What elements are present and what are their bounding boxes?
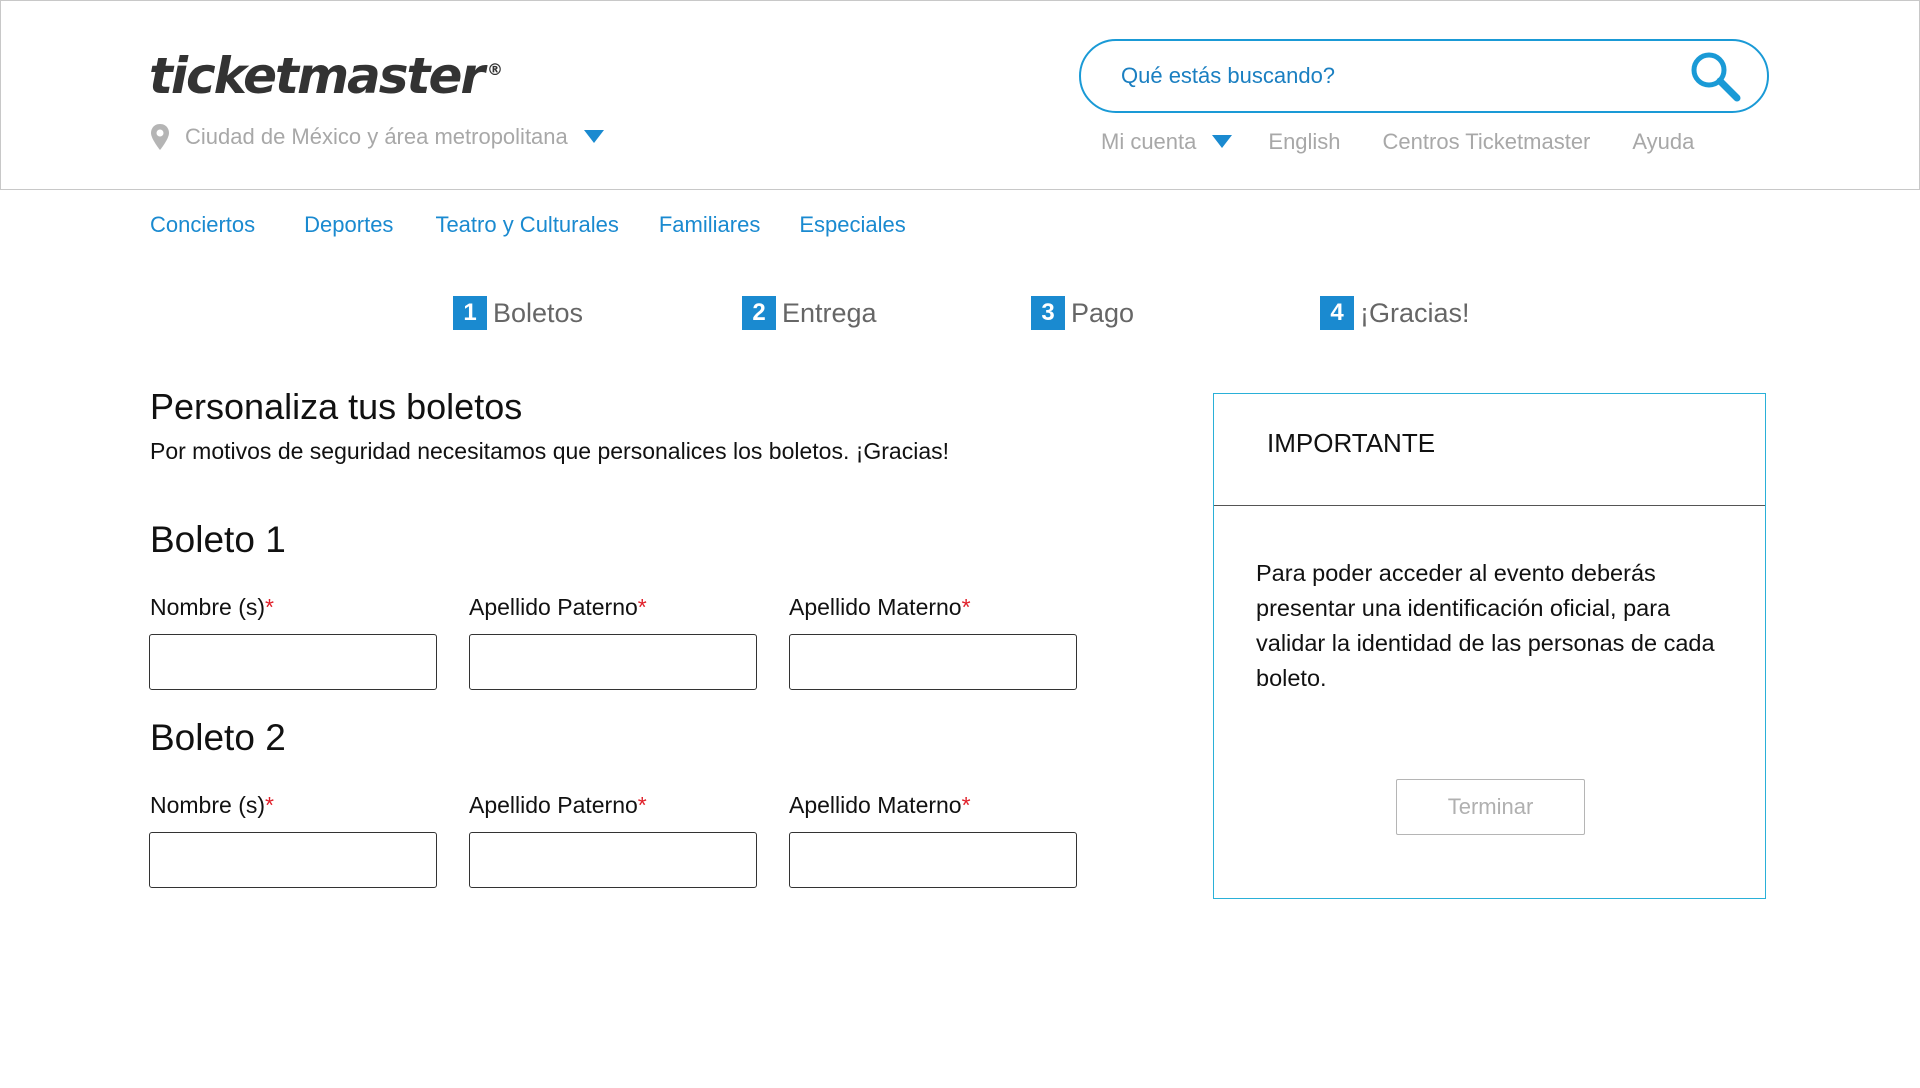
step-payment: 3 Pago [1031, 296, 1134, 330]
maternal-surname-label: Apellido Materno* [789, 792, 971, 818]
required-marker: * [265, 792, 274, 818]
page-subtitle: Por motivos de seguridad necesitamos que… [150, 438, 950, 464]
search-input[interactable] [1121, 63, 1687, 89]
paternal-surname-label: Apellido Paterno* [469, 792, 647, 818]
step-number: 2 [742, 296, 776, 330]
category-nav: Conciertos Deportes Teatro y Culturales … [150, 212, 952, 238]
my-account-label: Mi cuenta [1101, 129, 1197, 154]
chevron-down-icon [1212, 135, 1233, 148]
help-link[interactable]: Ayuda [1632, 129, 1694, 155]
search-bar [1079, 39, 1769, 113]
nav-deportes[interactable]: Deportes [304, 212, 393, 238]
step-label: ¡Gracias! [1360, 297, 1470, 328]
finish-button[interactable]: Terminar [1396, 779, 1585, 835]
account-links: Mi cuenta English Centros Ticketmaster A… [1101, 129, 1694, 155]
search-icon[interactable] [1687, 48, 1743, 104]
ticketmaster-logo[interactable]: ticketmaster ® [149, 47, 503, 105]
paternal-surname-label: Apellido Paterno* [469, 594, 647, 620]
my-account-menu[interactable]: Mi cuenta [1101, 129, 1233, 155]
ticket-1-first-name-input[interactable] [149, 634, 437, 690]
required-marker: * [637, 594, 647, 620]
required-marker: * [961, 594, 971, 620]
registered-mark: ® [487, 60, 504, 80]
ticket-1-title: Boleto 1 [150, 519, 286, 560]
language-link[interactable]: English [1268, 129, 1340, 155]
location-pin-icon [151, 124, 169, 150]
step-tickets: 1 Boletos [453, 296, 583, 330]
ticket-2-first-name-input[interactable] [149, 832, 437, 888]
checkout-steps: 1 Boletos 2 Entrega 3 Pago 4 ¡Gracias! [0, 296, 1920, 332]
ticket-2-paternal-surname-input[interactable] [469, 832, 757, 888]
maternal-surname-label: Apellido Materno* [789, 594, 971, 620]
site-header: ticketmaster ® Ciudad de México y área me… [0, 0, 1920, 190]
nav-conciertos[interactable]: Conciertos [150, 212, 255, 238]
ticket-2-maternal-surname-input[interactable] [789, 832, 1077, 888]
step-label: Boletos [493, 297, 584, 328]
ticket-2-title: Boleto 2 [150, 717, 286, 758]
chevron-down-icon [583, 130, 604, 143]
nav-teatro[interactable]: Teatro y Culturales [435, 212, 618, 238]
step-number: 4 [1320, 296, 1354, 330]
panel-body-text: Para poder acceder al evento deberás pre… [1256, 560, 1715, 691]
ticket-1-maternal-surname-input[interactable] [789, 634, 1077, 690]
nav-especiales[interactable]: Especiales [799, 212, 905, 238]
required-marker: * [961, 792, 971, 818]
ticket-1-paternal-surname-input[interactable] [469, 634, 757, 690]
page-title: Personaliza tus boletos [150, 386, 523, 427]
location-selector[interactable]: Ciudad de México y área metropolitana [149, 123, 604, 151]
nav-familiares[interactable]: Familiares [659, 212, 760, 238]
step-thanks: 4 ¡Gracias! [1320, 296, 1470, 330]
required-marker: * [265, 594, 274, 620]
first-name-label: Nombre (s)* [150, 792, 274, 818]
step-number: 3 [1031, 296, 1065, 330]
step-number: 1 [453, 296, 487, 330]
location-label: Ciudad de México y área metropolitana [185, 124, 568, 149]
panel-title: IMPORTANTE [1214, 394, 1765, 506]
step-label: Pago [1071, 297, 1135, 328]
step-delivery: 2 Entrega [742, 296, 877, 330]
logo-text: ticketmaster [149, 47, 485, 105]
step-label: Entrega [782, 297, 877, 328]
first-name-label: Nombre (s)* [150, 594, 274, 620]
centers-link[interactable]: Centros Ticketmaster [1383, 129, 1591, 155]
required-marker: * [637, 792, 647, 818]
important-panel: IMPORTANTE Para poder acceder al evento … [1213, 393, 1766, 899]
